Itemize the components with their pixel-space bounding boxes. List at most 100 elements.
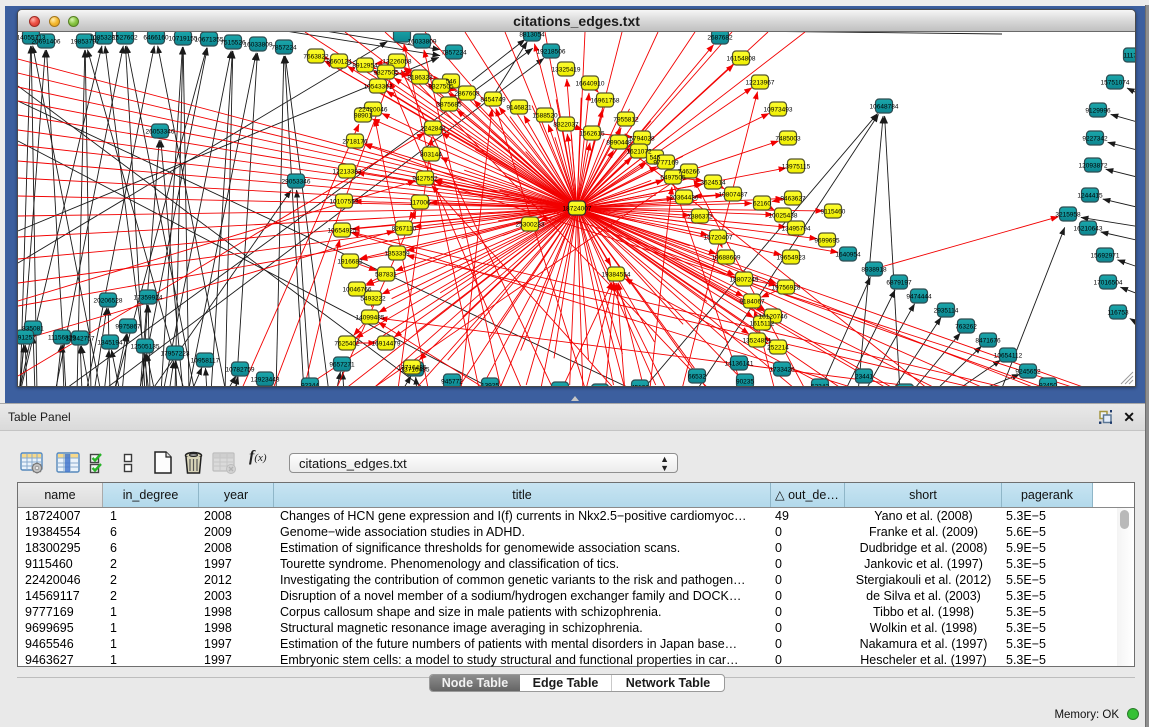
svg-text:52342: 52342 [811, 384, 829, 387]
svg-text:12923448: 12923448 [251, 377, 280, 384]
svg-text:12505135: 12505135 [131, 344, 160, 351]
svg-text:8813054: 8813054 [519, 32, 545, 39]
svg-text:98901: 98901 [354, 113, 372, 120]
svg-text:9474444: 9474444 [906, 294, 932, 301]
svg-text:17957223: 17957223 [161, 351, 190, 358]
svg-text:2867608: 2867608 [454, 91, 480, 98]
svg-text:26053346: 26053346 [146, 129, 175, 136]
svg-text:16914479: 16914479 [372, 341, 401, 348]
svg-text:2242848: 2242848 [420, 126, 446, 133]
svg-text:9427552: 9427552 [412, 176, 438, 183]
svg-text:1244415: 1244415 [1077, 193, 1103, 200]
svg-text:13925: 13925 [481, 383, 499, 387]
svg-text:1733426: 1733426 [769, 367, 795, 374]
svg-text:9699695: 9699695 [814, 238, 840, 245]
svg-text:12342757: 12342757 [66, 336, 95, 343]
svg-text:116753: 116753 [1107, 310, 1129, 317]
svg-text:391257: 391257 [18, 335, 36, 342]
svg-text:20364436: 20364436 [670, 195, 699, 202]
svg-text:6466160: 6466160 [143, 35, 169, 42]
svg-text:6879197: 6879197 [886, 280, 912, 287]
svg-text:1562615: 1562615 [579, 131, 605, 138]
svg-text:1588520: 1588520 [532, 113, 558, 120]
svg-text:16120746: 16120746 [759, 314, 788, 321]
svg-text:5493222: 5493222 [360, 296, 386, 303]
svg-text:9129996: 9129996 [1085, 108, 1111, 115]
svg-text:16033809: 16033809 [244, 42, 273, 49]
svg-text:10807487: 10807487 [719, 192, 748, 199]
svg-text:7515526: 7515526 [220, 40, 246, 47]
svg-text:7386372: 7386372 [687, 214, 713, 221]
svg-text:9327505: 9327505 [428, 84, 454, 91]
svg-text:1615112: 1615112 [750, 321, 775, 328]
svg-text:1527602: 1527602 [112, 35, 138, 42]
svg-text:3624514: 3624514 [700, 180, 726, 187]
svg-text:25300233: 25300233 [516, 222, 545, 229]
svg-text:16210643: 16210643 [1074, 226, 1103, 233]
svg-text:10543362: 10543362 [364, 84, 393, 91]
svg-text:6794028: 6794028 [629, 136, 655, 143]
svg-text:10648784: 10648784 [870, 104, 899, 111]
svg-text:6497505: 6497505 [660, 175, 686, 182]
svg-text:45121: 45121 [631, 385, 649, 387]
svg-text:10046766: 10046766 [343, 287, 372, 294]
svg-text:16640910: 16640910 [576, 81, 605, 88]
svg-text:17359924: 17359924 [134, 295, 163, 302]
svg-text:12213967: 12213967 [746, 80, 775, 87]
svg-text:10688609: 10688609 [712, 255, 741, 262]
svg-text:29053346: 29053346 [282, 179, 311, 186]
svg-text:14099485: 14099485 [356, 315, 385, 322]
svg-text:8267110: 8267110 [392, 226, 417, 233]
svg-text:9463627: 9463627 [780, 196, 806, 203]
svg-text:803144: 803144 [420, 152, 442, 159]
svg-text:20691406: 20691406 [32, 39, 61, 46]
svg-text:3875685: 3875685 [436, 102, 462, 109]
svg-text:19756928: 19756928 [772, 285, 801, 292]
svg-text:10654925: 10654925 [328, 228, 357, 235]
svg-text:17016504: 17016504 [1094, 280, 1123, 287]
svg-text:11173: 11173 [1123, 53, 1135, 60]
svg-text:7663822: 7663822 [303, 54, 329, 61]
svg-text:1345194: 1345194 [97, 340, 123, 347]
svg-text:8471676: 8471676 [975, 338, 1001, 345]
svg-text:9327505: 9327505 [373, 70, 399, 77]
svg-text:587831: 587831 [375, 272, 397, 279]
svg-text:7625402: 7625402 [334, 341, 360, 348]
svg-text:8912954: 8912954 [352, 63, 378, 70]
svg-text:92344: 92344 [301, 383, 319, 387]
svg-text:7857224: 7857224 [441, 50, 467, 57]
svg-text:13325419: 13325419 [552, 67, 581, 74]
svg-text:13716485: 13716485 [398, 365, 427, 372]
svg-text:9657271: 9657271 [329, 362, 355, 369]
svg-text:2935114: 2935114 [934, 308, 959, 315]
svg-text:10973493: 10973493 [764, 107, 793, 114]
svg-text:13226058: 13226058 [383, 59, 412, 66]
svg-text:16033809: 16033809 [408, 39, 437, 46]
svg-text:10107552: 10107552 [330, 199, 359, 206]
svg-text:9975867: 9975867 [115, 324, 141, 331]
svg-text:10025438: 10025438 [769, 213, 798, 220]
svg-text:13524851: 13524851 [743, 338, 772, 345]
svg-text:7485003: 7485003 [775, 136, 801, 143]
svg-text:9245652: 9245652 [1015, 369, 1041, 376]
svg-text:9115460: 9115460 [821, 209, 846, 216]
svg-text:3215958: 3215958 [1055, 212, 1081, 219]
svg-text:8938918: 8938918 [861, 267, 887, 274]
svg-text:62160: 62160 [753, 201, 771, 208]
svg-text:15751074: 15751074 [1101, 80, 1130, 87]
svg-text:14136141: 14136141 [725, 361, 754, 368]
svg-text:8990448: 8990448 [606, 140, 632, 147]
svg-text:13495794: 13495794 [782, 226, 811, 233]
svg-text:20206528: 20206528 [94, 298, 123, 305]
svg-text:835081: 835081 [22, 326, 44, 333]
svg-text:8454749: 8454749 [480, 97, 506, 104]
svg-text:10654112: 10654112 [994, 353, 1023, 360]
svg-text:18807249: 18807249 [730, 277, 759, 284]
svg-text:12093872: 12093872 [1079, 163, 1108, 170]
svg-text:13975115: 13975115 [782, 164, 811, 171]
svg-text:7857224: 7857224 [271, 45, 297, 52]
svg-text:117006: 117006 [409, 200, 431, 207]
svg-text:19384554: 19384554 [602, 272, 631, 279]
svg-text:8660124: 8660124 [326, 59, 352, 66]
svg-text:7955812: 7955812 [613, 117, 639, 124]
